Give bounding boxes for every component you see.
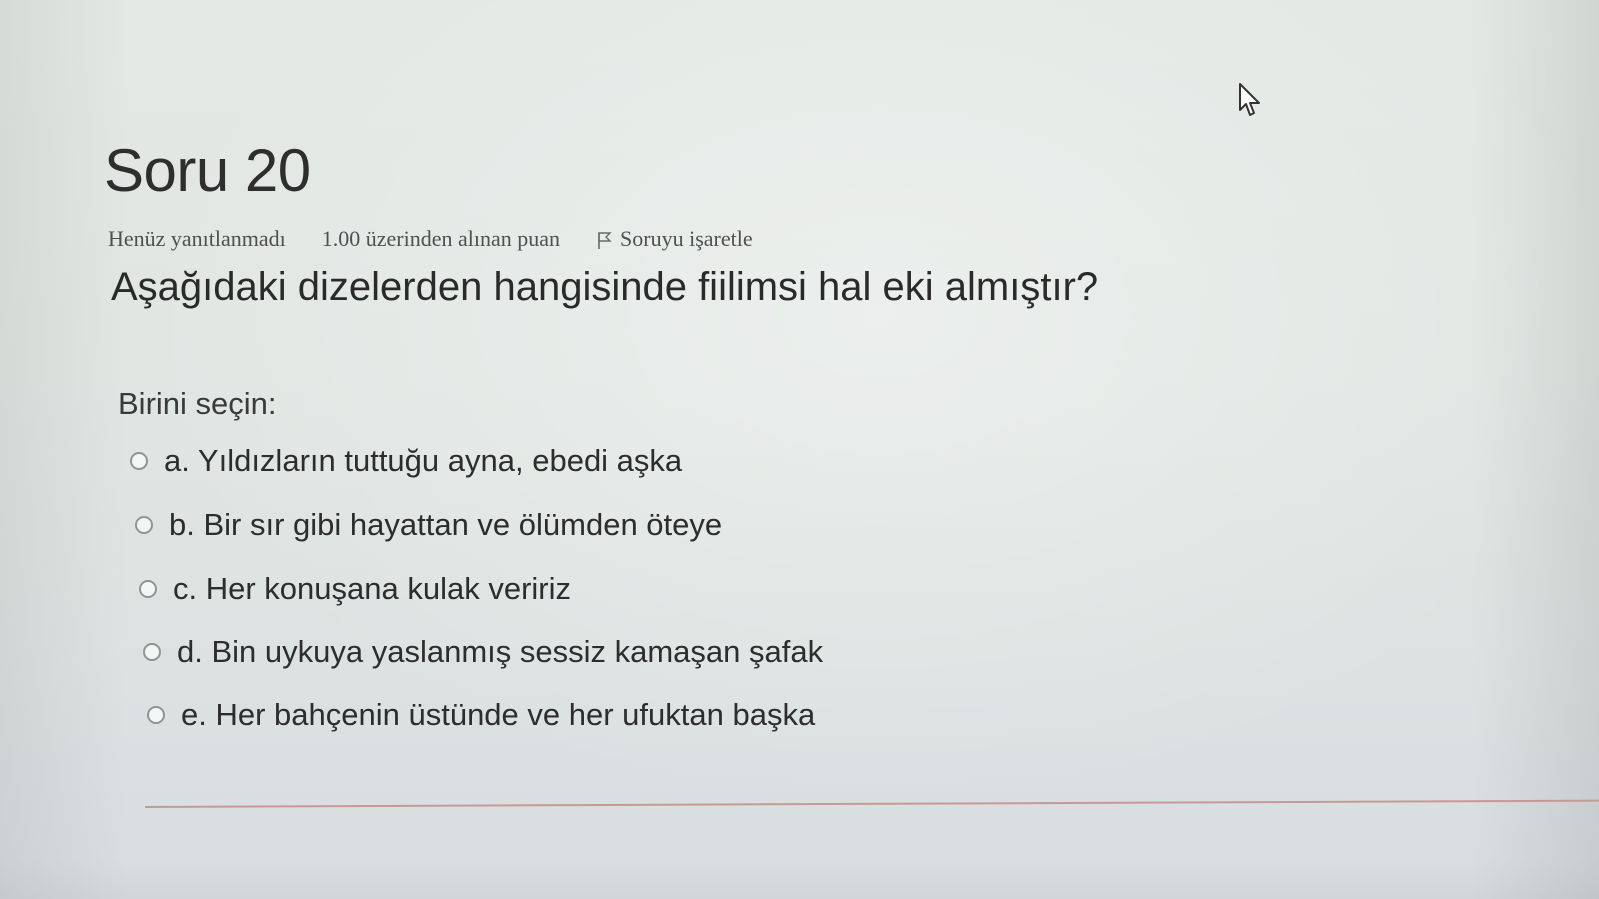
question-info: Henüz yanıtlanmadı 1.00 üzerinden alınan… bbox=[108, 226, 753, 252]
radio-button-icon[interactable] bbox=[135, 516, 153, 534]
section-divider bbox=[144, 799, 1599, 808]
answer-label-b[interactable]: b. Bir sır gibi hayattan ve ölümden ötey… bbox=[169, 507, 722, 543]
radio-button-icon[interactable] bbox=[143, 643, 161, 661]
question-text: Aşağıdaki dizelerden hangisinde fiilimsi… bbox=[111, 265, 1099, 309]
flag-question-link[interactable]: Soruyu işaretle bbox=[596, 226, 753, 252]
radio-button-icon[interactable] bbox=[147, 706, 165, 724]
mouse-pointer-icon bbox=[1239, 83, 1260, 116]
radio-button-icon[interactable] bbox=[130, 452, 148, 470]
answer-option-e[interactable]: e. Her bahçenin üstünde ve her ufuktan b… bbox=[147, 697, 815, 733]
answer-prompt: Birini seçin: bbox=[118, 386, 277, 421]
radio-button-icon[interactable] bbox=[139, 580, 157, 598]
answer-label-e[interactable]: e. Her bahçenin üstünde ve her ufuktan b… bbox=[181, 697, 815, 733]
answer-label-d[interactable]: d. Bin uykuya yaslanmış sessiz kamaşan ş… bbox=[177, 634, 823, 670]
answer-label-a[interactable]: a. Yıldızların tuttuğu ayna, ebedi aşka bbox=[164, 443, 682, 479]
screen-edge-shade bbox=[0, 859, 1599, 899]
answer-option-b[interactable]: b. Bir sır gibi hayattan ve ölümden ötey… bbox=[135, 507, 722, 543]
answer-status: Henüz yanıtlanmadı bbox=[108, 226, 286, 251]
flag-icon bbox=[598, 232, 612, 249]
question-title: Soru 20 bbox=[104, 137, 311, 204]
answer-label-c[interactable]: c. Her konuşana kulak veririz bbox=[173, 571, 571, 607]
flag-question-label[interactable]: Soruyu işaretle bbox=[620, 226, 753, 252]
question-grade: 1.00 üzerinden alınan puan bbox=[321, 226, 561, 251]
answer-option-d[interactable]: d. Bin uykuya yaslanmış sessiz kamaşan ş… bbox=[143, 634, 823, 670]
answer-option-a[interactable]: a. Yıldızların tuttuğu ayna, ebedi aşka bbox=[130, 443, 682, 479]
answer-option-c[interactable]: c. Her konuşana kulak veririz bbox=[139, 571, 571, 607]
